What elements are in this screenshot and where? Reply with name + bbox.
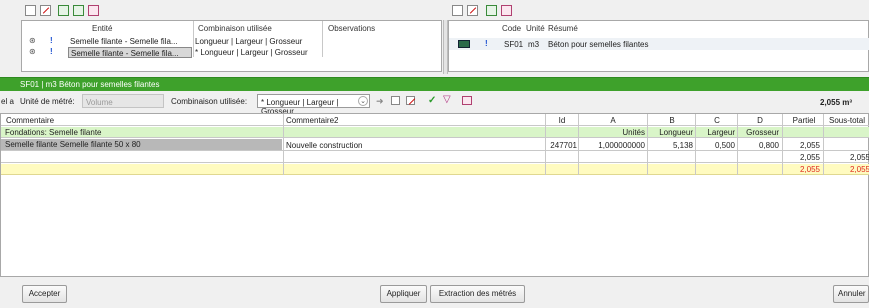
ouvrage-row[interactable]: ! SF01 m3 Béton pour semelles filantes	[449, 38, 869, 50]
total-sous-total: 2,055	[849, 165, 869, 174]
row-b[interactable]: 5,138	[649, 141, 693, 150]
title-bar-text: SF01 | m3 Béton pour semelles filantes	[20, 80, 160, 89]
chevron-down-icon: ⌄	[358, 96, 368, 106]
col-id[interactable]: Id	[547, 116, 577, 125]
col-commentaire2[interactable]: Commentaire2	[286, 116, 338, 125]
col-b[interactable]: B	[649, 116, 695, 125]
col-sous-total[interactable]: Sous-total	[824, 116, 869, 125]
header-code: Code	[502, 24, 522, 33]
ouvrage-list-panel: Code Unité Résumé ! SF01 m3 Béton pour s…	[448, 20, 869, 72]
warning-marker: !	[50, 36, 53, 45]
measure-icon: ⊛	[29, 47, 36, 56]
row-d[interactable]: 0,800	[739, 141, 779, 150]
col-a[interactable]: A	[579, 116, 647, 125]
row-partiel: 2,055	[799, 141, 820, 150]
unite-select[interactable]: Volume	[82, 94, 164, 108]
entity-name: Semelle filante - Semelle fila...	[68, 47, 192, 58]
clipped-label: el a	[1, 97, 14, 106]
filter-icon[interactable]: ▽	[443, 94, 451, 105]
group-a: Unités	[622, 128, 645, 137]
row-commentaire[interactable]: Semelle filante Semelle filante 50 x 80	[1, 139, 282, 150]
grid-header-row: Commentaire Commentaire2 Id A B C D Part…	[1, 114, 869, 126]
table-row[interactable]: Semelle filante Semelle filante 50 x 80 …	[1, 139, 869, 151]
ouvrage-summary: Béton pour semelles filantes	[548, 40, 649, 49]
entity-row[interactable]: ⊛ ! Semelle filante - Semelle fila... Lo…	[22, 36, 442, 47]
annuler-button[interactable]: Annuler	[833, 285, 869, 303]
summary-icon[interactable]	[462, 96, 472, 105]
header-unite: Unité	[526, 24, 545, 33]
subtotal-sous-total: 2,055	[849, 153, 869, 162]
subtotal-partiel: 2,055	[799, 153, 820, 162]
import-icon[interactable]	[88, 5, 99, 16]
warning-marker: !	[50, 47, 53, 56]
total-partiel: 2,055	[799, 165, 820, 174]
accepter-button[interactable]: Accepter	[22, 285, 67, 303]
new-icon-right[interactable]	[452, 5, 463, 16]
duplicate-icon[interactable]	[73, 5, 84, 16]
export-icon[interactable]: ➜	[376, 96, 384, 107]
row-c[interactable]: 0,500	[697, 141, 735, 150]
extraction-button[interactable]: Extraction des métrés	[430, 285, 525, 303]
entity-name: Semelle filante - Semelle fila...	[70, 37, 178, 46]
check-icon[interactable]: ✓	[428, 95, 436, 106]
total-quantity: 2,055 m³	[820, 98, 853, 107]
ouvrage-type-icon	[458, 40, 470, 48]
header-entite: Entité	[92, 24, 113, 33]
entity-row-selected[interactable]: ⊛ ! Semelle filante - Semelle fila... * …	[22, 47, 442, 58]
measure-icon: ⊛	[29, 36, 36, 45]
entity-combination: Longueur | Largeur | Grosseur	[195, 37, 303, 46]
add-ouvrage-icon[interactable]	[486, 5, 497, 16]
total-row: 2,055 2,055	[1, 164, 869, 175]
delete-line-icon[interactable]	[406, 96, 415, 105]
header-resume: Résumé	[548, 24, 578, 33]
ouvrage-unit: m3	[528, 40, 540, 49]
header-observations: Observations	[328, 24, 376, 33]
delete-icon-right[interactable]	[467, 5, 478, 16]
header-combinaison: Combinaison utilisée	[198, 24, 272, 33]
delete-icon[interactable]	[40, 5, 51, 16]
ouvrage-code: SF01	[504, 40, 524, 49]
unite-value: Volume	[86, 98, 113, 107]
metres-grid: Commentaire Commentaire2 Id A B C D Part…	[0, 113, 869, 277]
warning-marker: !	[485, 39, 488, 48]
group-label: Fondations: Semelle filante	[5, 128, 102, 137]
title-bar: SF01 | m3 Béton pour semelles filantes	[0, 77, 869, 91]
appliquer-button[interactable]: Appliquer	[380, 285, 427, 303]
new-icon[interactable]	[25, 5, 36, 16]
combinaison-select[interactable]: * Longueur | Largeur | Grosseur ⌄	[257, 94, 370, 116]
row-commentaire2[interactable]: Nouvelle construction	[286, 141, 362, 150]
group-b: Longueur	[659, 128, 693, 137]
col-c[interactable]: C	[697, 116, 737, 125]
group-d: Grosseur	[746, 128, 779, 137]
col-commentaire[interactable]: Commentaire	[6, 116, 54, 125]
row-a[interactable]: 1,000000000	[579, 141, 645, 150]
import-icon-right[interactable]	[501, 5, 512, 16]
entity-combination: * Longueur | Largeur | Grosseur	[195, 48, 308, 57]
col-d[interactable]: D	[739, 116, 781, 125]
add-entity-icon[interactable]	[58, 5, 69, 16]
new-line-icon[interactable]	[391, 96, 400, 105]
col-partiel[interactable]: Partiel	[786, 116, 822, 125]
unite-label: Unité de métré:	[20, 97, 75, 106]
group-row[interactable]: Fondations: Semelle filante Unités Longu…	[1, 127, 869, 138]
combinaison-label: Combinaison utilisée:	[171, 97, 248, 106]
subtotal-row: 2,055 2,055	[1, 152, 869, 163]
row-id: 247701	[550, 141, 577, 150]
group-c: Largeur	[707, 128, 735, 137]
entity-list-panel: Entité Combinaison utilisée Observations…	[21, 20, 442, 72]
